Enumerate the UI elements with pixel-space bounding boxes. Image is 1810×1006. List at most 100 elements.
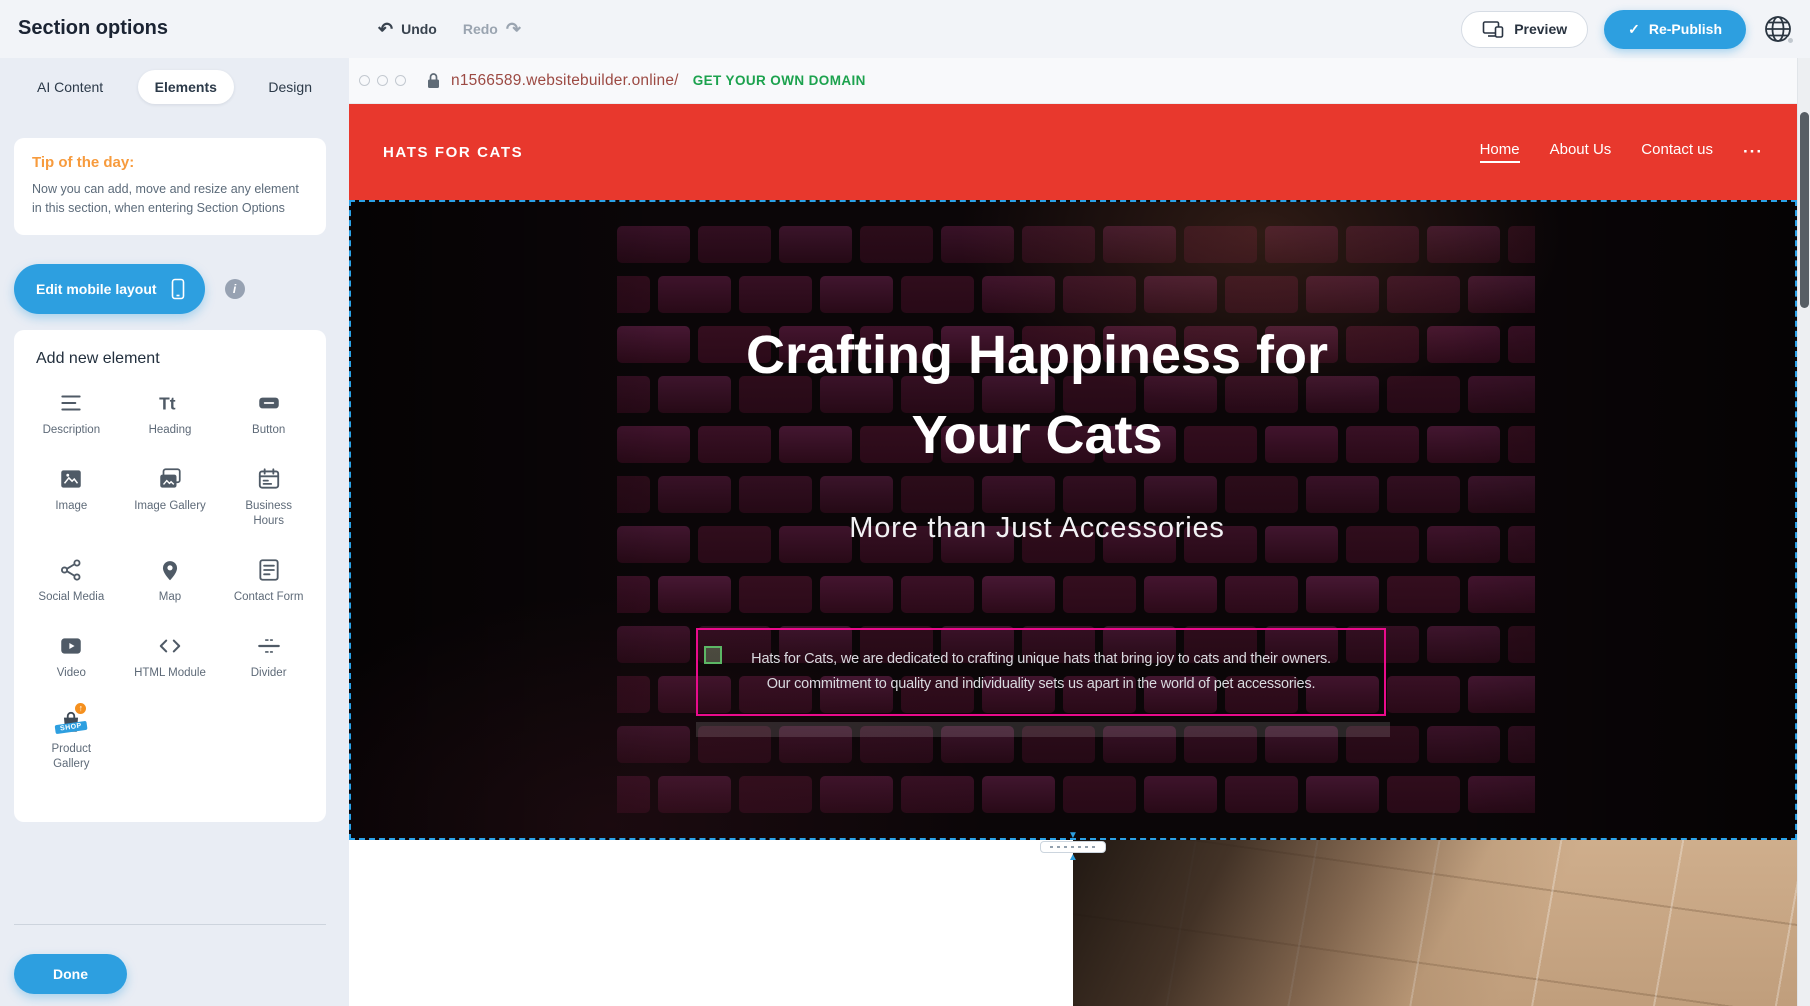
arrow-down-icon: ▼ (1068, 832, 1078, 840)
element-video[interactable]: Video (22, 625, 121, 689)
hero-tile (1184, 226, 1257, 263)
image-icon (58, 466, 84, 492)
globe-badge (1786, 36, 1795, 45)
hero-tile (1468, 776, 1535, 813)
element-business-hours[interactable]: Business Hours (219, 458, 318, 537)
hero-tile (617, 776, 650, 813)
hero-tile (617, 626, 690, 663)
element-image[interactable]: Image (22, 458, 121, 537)
scrollbar[interactable] (1797, 58, 1810, 1006)
element-button[interactable]: Button (219, 382, 318, 446)
business-hours-icon (256, 466, 282, 492)
html-module-icon (157, 633, 183, 659)
hero-tile (1144, 776, 1217, 813)
edit-mobile-row: Edit mobile layout i (14, 264, 245, 314)
browser-preview: n1566589.websitebuilder.online/ GET YOUR… (349, 58, 1810, 1006)
hero-section-selected[interactable]: Crafting Happiness for Your Cats More th… (349, 200, 1797, 840)
hero-tile (1427, 726, 1500, 763)
tip-body: Now you can add, move and resize any ele… (32, 180, 308, 219)
section-resize-handle[interactable]: ▼ ▲ (1030, 828, 1116, 866)
hero-heading[interactable]: Crafting Happiness for Your Cats (637, 316, 1437, 476)
element-map[interactable]: Map (121, 549, 220, 613)
edit-mobile-label: Edit mobile layout (36, 281, 157, 297)
redo-button[interactable]: Redo ↷ (463, 20, 521, 38)
undo-button[interactable]: ↶ Undo (378, 20, 437, 38)
element-image-gallery[interactable]: Image Gallery (121, 458, 220, 537)
hero-tile (617, 726, 690, 763)
element-drag-handle[interactable] (704, 646, 722, 664)
hero-subheading[interactable]: More than Just Accessories (637, 512, 1437, 545)
element-social-media[interactable]: Social Media (22, 549, 121, 613)
hero-tile (1468, 676, 1535, 713)
element-contact-form[interactable]: Contact Form (219, 549, 318, 613)
tab-ai-content[interactable]: AI Content (20, 70, 120, 104)
edit-mobile-layout-button[interactable]: Edit mobile layout (14, 264, 205, 314)
sidebar-tabs: AI Content Elements Design (20, 70, 329, 104)
description-icon (58, 390, 84, 416)
hero-tile (739, 776, 812, 813)
preview-button[interactable]: Preview (1461, 11, 1588, 48)
republish-button[interactable]: ✓ Re-Publish (1604, 10, 1746, 49)
hero-tile (779, 226, 852, 263)
hero-tile (617, 576, 650, 613)
hero-tile (617, 676, 650, 713)
hero-tile (1427, 526, 1500, 563)
undo-label: Undo (401, 21, 437, 37)
hero-tile (1468, 276, 1535, 313)
hero-tile (1103, 226, 1176, 263)
hero-tile (1508, 426, 1535, 463)
hero-tile (1427, 326, 1500, 363)
hero-tile (901, 776, 974, 813)
check-icon: ✓ (1628, 21, 1640, 38)
website-builder-app: Section options ↶ Undo Redo ↷ P (0, 0, 1810, 1006)
done-button[interactable]: Done (14, 954, 127, 994)
tab-elements[interactable]: Elements (138, 70, 234, 104)
republish-label: Re-Publish (1649, 21, 1722, 37)
nav-about-us[interactable]: About Us (1550, 141, 1612, 163)
hero-tile (1387, 776, 1460, 813)
hero-tile (1265, 226, 1338, 263)
get-your-own-domain-link[interactable]: GET YOUR OWN DOMAIN (693, 73, 866, 88)
nav-contact-us[interactable]: Contact us (1641, 141, 1713, 163)
element-html-module[interactable]: HTML Module (121, 625, 220, 689)
hero-tile (1508, 526, 1535, 563)
site-logo[interactable]: HATS FOR CATS (383, 144, 523, 161)
hero-tile (1508, 726, 1535, 763)
nav-home[interactable]: Home (1480, 141, 1520, 163)
hero-tile (1306, 776, 1379, 813)
hero-paragraph: Hats for Cats, we are dedicated to craft… (751, 647, 1331, 696)
add-element-title: Add new element (36, 350, 318, 368)
element-divider[interactable]: Divider (219, 625, 318, 689)
hero-tile (739, 276, 812, 313)
video-icon (58, 633, 84, 659)
hero-tile (820, 776, 893, 813)
hero-tile (617, 276, 650, 313)
sidebar: AI Content Elements Design Tip of the da… (0, 58, 349, 1006)
site-header[interactable]: HATS FOR CATS Home About Us Contact us ·… (349, 104, 1797, 200)
hero-tile (982, 276, 1055, 313)
svg-text:Tt: Tt (159, 394, 176, 414)
divider-icon (256, 633, 282, 659)
site-nav: Home About Us Contact us ··· (1480, 104, 1763, 200)
hero-tile (1427, 626, 1500, 663)
window-dots (359, 75, 406, 86)
info-icon[interactable]: i (225, 279, 245, 299)
tip-title: Tip of the day: (32, 154, 308, 171)
hero-tile (982, 576, 1055, 613)
nav-more-icon[interactable]: ··· (1743, 142, 1763, 162)
scrollbar-thumb[interactable] (1800, 112, 1809, 308)
phone-icon (171, 278, 185, 300)
element-heading[interactable]: Tt Heading (121, 382, 220, 446)
language-globe-button[interactable] (1762, 13, 1794, 45)
address-url[interactable]: n1566589.websitebuilder.online/ (451, 72, 679, 90)
selected-paragraph-element[interactable]: Hats for Cats, we are dedicated to craft… (696, 628, 1386, 716)
site-canvas: HATS FOR CATS Home About Us Contact us ·… (349, 104, 1797, 1006)
hero-tile (658, 776, 731, 813)
hero-tile (1508, 326, 1535, 363)
element-description[interactable]: Description (22, 382, 121, 446)
hero-tile (1063, 576, 1136, 613)
window-dot (395, 75, 406, 86)
element-product-gallery[interactable]: SHOP ↑ Product Gallery (22, 701, 121, 780)
heading-icon: Tt (157, 390, 183, 416)
tab-design[interactable]: Design (251, 70, 329, 104)
